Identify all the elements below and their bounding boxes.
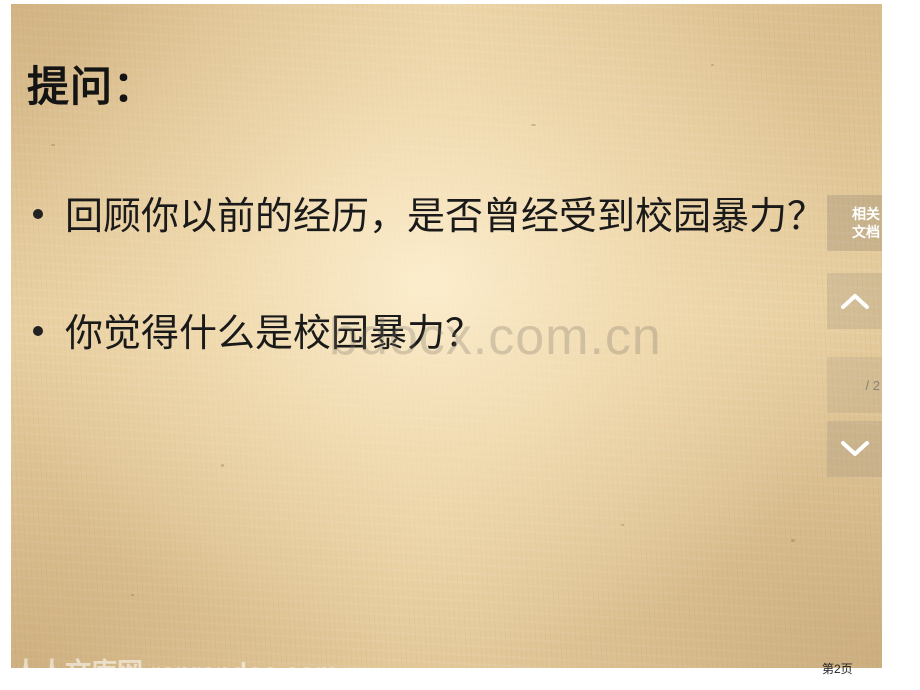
texture-speck xyxy=(221,464,224,467)
side-toolbar: 相关 文档 / 2 xyxy=(827,195,882,485)
texture-speck xyxy=(51,144,55,146)
slide-canvas: 提问： 回顾你以前的经历，是否曾经受到校园暴力？ 你觉得什么是校园暴力？ bdo… xyxy=(11,4,882,668)
viewer-page: 提问： 回顾你以前的经历，是否曾经受到校园暴力？ 你觉得什么是校园暴力？ bdo… xyxy=(0,0,920,690)
page-indicator: / 2 xyxy=(827,357,882,413)
related-label-line1: 相关 xyxy=(852,206,880,222)
texture-speck xyxy=(791,539,795,542)
page-number-label: 第2页 xyxy=(822,662,853,676)
bullet-dot-icon xyxy=(33,325,43,336)
chevron-down-icon xyxy=(840,441,869,456)
bullet-item: 回顾你以前的经历，是否曾经受到校园暴力？ xyxy=(33,197,825,235)
texture-speck xyxy=(621,524,624,526)
texture-speck xyxy=(711,64,714,66)
related-label-line2: 文档 xyxy=(852,224,880,240)
slide-title: 提问： xyxy=(27,62,157,111)
texture-speck xyxy=(131,594,134,596)
previous-page-button[interactable] xyxy=(827,273,882,329)
bullet-text: 回顾你以前的经历，是否曾经受到校园暴力？ xyxy=(65,194,826,238)
bullet-dot-icon xyxy=(33,208,43,219)
watermark-text: bdocx.com.cn xyxy=(329,308,662,366)
related-docs-button[interactable]: 相关 文档 xyxy=(827,195,882,251)
bottom-watermark: 人人文库网 renrendoc.com xyxy=(11,646,341,668)
texture-speck xyxy=(531,124,536,126)
bottom-watermark-text: 人人文库网 renrendoc.com xyxy=(13,652,338,668)
next-page-button[interactable] xyxy=(827,421,882,477)
chevron-up-icon xyxy=(840,294,869,309)
